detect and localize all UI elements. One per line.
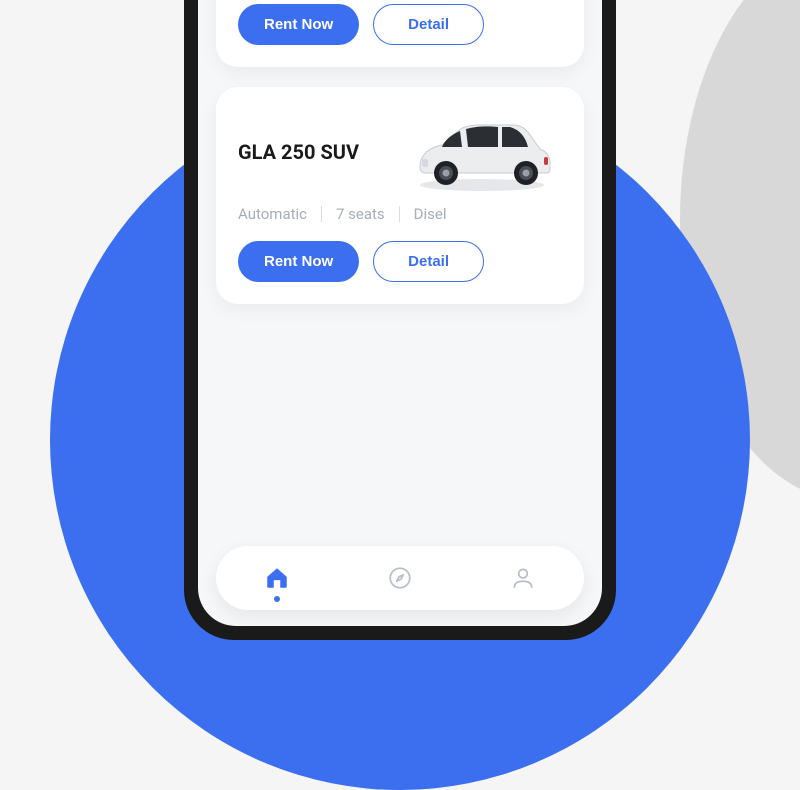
spec-divider <box>399 206 400 222</box>
nav-home[interactable] <box>257 558 297 598</box>
rent-now-button[interactable]: Rent Now <box>238 241 359 282</box>
compass-icon <box>387 565 413 591</box>
rent-now-button[interactable]: Rent Now <box>238 4 359 45</box>
car-image <box>402 107 562 197</box>
card-actions: Rent Now Detail <box>238 241 562 282</box>
car-card: Automatic 5 seats Disel Rent Now Detail <box>216 0 584 67</box>
bottom-nav <box>216 546 584 610</box>
car-title: GLA 250 SUV <box>238 140 359 164</box>
detail-button[interactable]: Detail <box>373 241 484 282</box>
card-list: Automatic 5 seats Disel Rent Now Detail … <box>198 0 602 532</box>
phone-frame: Automatic 5 seats Disel Rent Now Detail … <box>184 0 616 640</box>
detail-button[interactable]: Detail <box>373 4 484 45</box>
card-actions: Rent Now Detail <box>238 4 562 45</box>
nav-explore[interactable] <box>380 558 420 598</box>
spec-fuel: Disel <box>414 205 447 223</box>
car-specs: Automatic 7 seats Disel <box>238 205 562 223</box>
phone-screen: Automatic 5 seats Disel Rent Now Detail … <box>198 0 602 626</box>
nav-profile[interactable] <box>503 558 543 598</box>
person-icon <box>510 565 536 591</box>
spec-transmission: Automatic <box>238 205 307 223</box>
car-card: GLA 250 SUV <box>216 87 584 304</box>
home-icon <box>264 565 290 591</box>
spec-divider <box>321 206 322 222</box>
spec-seats: 7 seats <box>336 205 385 223</box>
car-card-header: GLA 250 SUV <box>238 107 562 197</box>
